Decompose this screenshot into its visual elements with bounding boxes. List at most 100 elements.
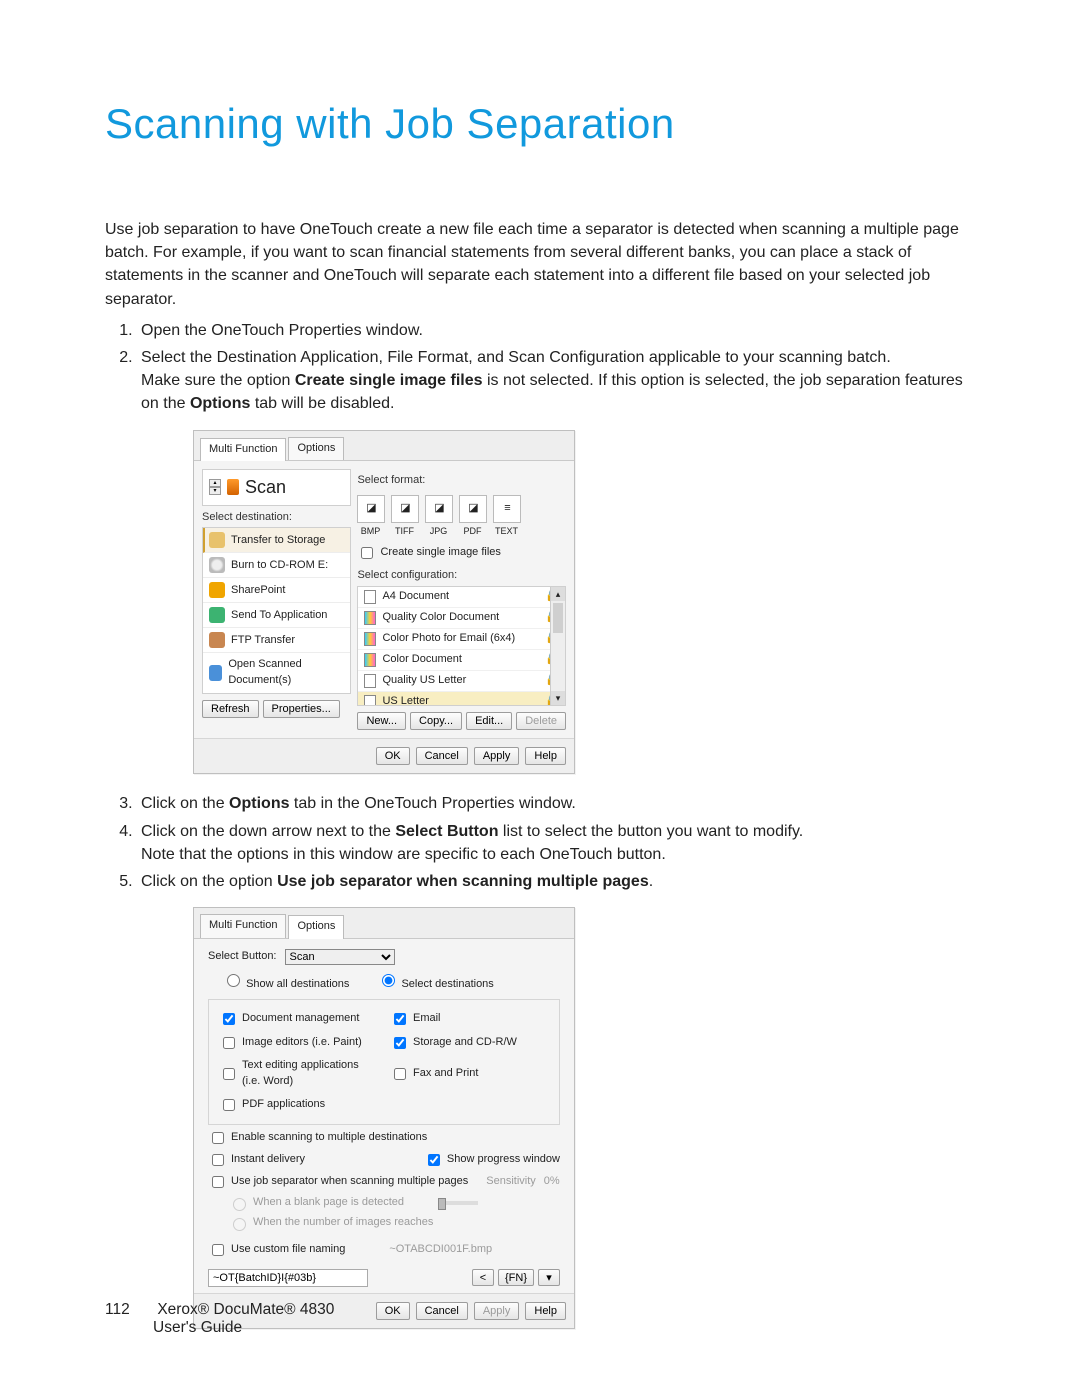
format-pdf[interactable]: ◪PDF	[459, 495, 485, 538]
select-destinations-radio[interactable]: Select destinations	[377, 971, 493, 993]
new-button[interactable]: New...	[357, 712, 406, 730]
properties-button[interactable]: Properties...	[263, 700, 340, 718]
fn-dropdown-button[interactable]: ▾	[538, 1269, 560, 1286]
destination-list[interactable]: Transfer to Storage Burn to CD-ROM E: Sh…	[202, 527, 351, 694]
page-color-icon	[364, 632, 376, 646]
scroll-down[interactable]: ▾	[551, 691, 565, 705]
copy-button[interactable]: Copy...	[410, 712, 462, 730]
spin-down[interactable]: ▾	[209, 487, 221, 495]
dest-sharepoint[interactable]: SharePoint	[203, 578, 350, 603]
cancel-button[interactable]: Cancel	[416, 747, 468, 765]
radio-blank-page[interactable]: When a blank page is detected	[228, 1193, 560, 1213]
cfg-color-photo-email[interactable]: Color Photo for Email (6x4)🔒	[358, 629, 565, 650]
check-enable-multiple-destinations[interactable]: Enable scanning to multiple destinations	[208, 1127, 560, 1149]
scan-label: Scan	[245, 474, 286, 500]
step-3: Click on the Options tab in the OneTouch…	[137, 792, 975, 815]
page-title: Scanning with Job Separation	[105, 100, 975, 148]
storage-icon	[209, 532, 225, 548]
help-button[interactable]: Help	[525, 1302, 566, 1320]
dest-send-to-app[interactable]: Send To Application	[203, 603, 350, 628]
left-button-row: Refresh Properties...	[202, 694, 351, 718]
ok-button[interactable]: OK	[376, 747, 410, 765]
format-bmp[interactable]: ◪BMP	[357, 495, 383, 538]
check-fax-print[interactable]: Fax and Print	[390, 1056, 549, 1092]
check-text-editors[interactable]: Text editing applications (i.e. Word)	[219, 1056, 378, 1092]
select-configuration-label: Select configuration:	[357, 568, 566, 584]
refresh-button[interactable]: Refresh	[202, 700, 259, 718]
document-page: Scanning with Job Separation Use job sep…	[0, 0, 1080, 1397]
ok-button[interactable]: OK	[376, 1302, 410, 1320]
fn-back-button[interactable]: <	[472, 1269, 494, 1286]
check-use-job-separator[interactable]: Use job separator when scanning multiple…	[208, 1171, 560, 1193]
cfg-us-letter[interactable]: US Letter🔒	[358, 692, 565, 706]
dest-open-scanned[interactable]: Open Scanned Document(s)	[203, 653, 350, 693]
sensitivity-slider[interactable]	[438, 1201, 478, 1205]
sensitivity-label: Sensitivity	[486, 1174, 536, 1190]
format-text[interactable]: ≡TEXT	[493, 495, 519, 538]
apply-button[interactable]: Apply	[474, 1302, 520, 1320]
destinations-radio-row: Show all destinations Select destination…	[222, 971, 560, 993]
format-tiff[interactable]: ◪TIFF	[391, 495, 417, 538]
slider-knob[interactable]	[438, 1198, 446, 1210]
guide-name: User's Guide	[153, 1319, 242, 1336]
filename-pattern-input[interactable]	[208, 1269, 368, 1287]
check-use-custom-file-naming[interactable]: Use custom file naming ~OTABCDI001F.bmp	[208, 1239, 560, 1261]
scroll-up[interactable]: ▴	[551, 587, 565, 601]
page-icon	[364, 590, 376, 604]
sensitivity-value: 0%	[544, 1174, 560, 1190]
dialog-footer: OK Cancel Apply Help	[194, 738, 574, 773]
scan-icon	[227, 479, 239, 495]
select-destination-label: Select destination:	[202, 510, 351, 526]
app-icon	[209, 607, 225, 623]
apply-button[interactable]: Apply	[474, 747, 520, 765]
step-5: Click on the option Use job separator wh…	[137, 870, 975, 1329]
page-number: 112	[105, 1301, 153, 1319]
check-storage-cdrw[interactable]: Storage and CD-R/W	[390, 1032, 549, 1054]
create-single-image-files-check[interactable]: Create single image files	[357, 542, 566, 564]
page-icon	[364, 695, 376, 706]
instruction-list: Open the OneTouch Properties window. Sel…	[105, 319, 975, 1329]
help-button[interactable]: Help	[525, 747, 566, 765]
product-name: Xerox® DocuMate® 4830	[157, 1301, 334, 1318]
scroll-thumb[interactable]	[553, 603, 563, 633]
tab-options[interactable]: Options	[288, 437, 344, 461]
scrollbar[interactable]: ▴▾	[550, 587, 565, 705]
fn-token-button[interactable]: {FN}	[498, 1269, 534, 1286]
check-email[interactable]: Email	[390, 1008, 549, 1030]
check-show-progress-window[interactable]: Show progress window	[424, 1149, 560, 1171]
check-image-editors[interactable]: Image editors (i.e. Paint)	[219, 1032, 378, 1054]
cancel-button[interactable]: Cancel	[416, 1302, 468, 1320]
options-body: Select Button: Scan Show all destination…	[194, 939, 574, 1293]
button-spinner[interactable]: ▴▾	[209, 479, 221, 495]
page-color-icon	[364, 611, 376, 625]
check-document-management[interactable]: Document management	[219, 1008, 378, 1030]
intro-paragraph: Use job separation to have OneTouch crea…	[105, 218, 975, 311]
spin-up[interactable]: ▴	[209, 479, 221, 487]
cfg-a4-document[interactable]: A4 Document🔒	[358, 587, 565, 608]
create-single-checkbox[interactable]	[361, 547, 373, 559]
edit-button[interactable]: Edit...	[466, 712, 512, 730]
configuration-list[interactable]: A4 Document🔒 Quality Color Document🔒 Col…	[357, 586, 566, 706]
dest-transfer-to-storage[interactable]: Transfer to Storage	[203, 528, 350, 553]
tab-options[interactable]: Options	[288, 915, 344, 939]
dest-burn-to-cd[interactable]: Burn to CD-ROM E:	[203, 553, 350, 578]
show-all-destinations-radio[interactable]: Show all destinations	[222, 971, 349, 993]
format-jpg[interactable]: ◪JPG	[425, 495, 451, 538]
dest-ftp[interactable]: FTP Transfer	[203, 628, 350, 653]
select-button-dropdown[interactable]: Scan	[285, 949, 395, 965]
tab-multi-function[interactable]: Multi Function	[200, 914, 286, 938]
open-icon	[209, 665, 222, 681]
delete-button[interactable]: Delete	[516, 712, 566, 730]
step-4: Click on the down arrow next to the Sele…	[137, 820, 975, 866]
tiff-icon: ◪	[391, 495, 419, 523]
radio-number-of-images[interactable]: When the number of images reaches	[228, 1213, 560, 1233]
right-column: Select format: ◪BMP ◪TIFF ◪JPG ◪PDF ≡TEX…	[357, 469, 566, 730]
cfg-quality-color-document[interactable]: Quality Color Document🔒	[358, 608, 565, 629]
cfg-quality-us-letter[interactable]: Quality US Letter🔒	[358, 671, 565, 692]
select-button-row: Select Button: Scan	[208, 949, 560, 965]
cfg-color-document[interactable]: Color Document🔒	[358, 650, 565, 671]
check-instant-delivery[interactable]: Instant delivery	[208, 1149, 305, 1171]
check-pdf-applications[interactable]: PDF applications	[219, 1094, 378, 1116]
left-column: ▴▾ Scan Select destination: Transfer to …	[202, 469, 351, 730]
tab-multi-function[interactable]: Multi Function	[200, 438, 286, 462]
